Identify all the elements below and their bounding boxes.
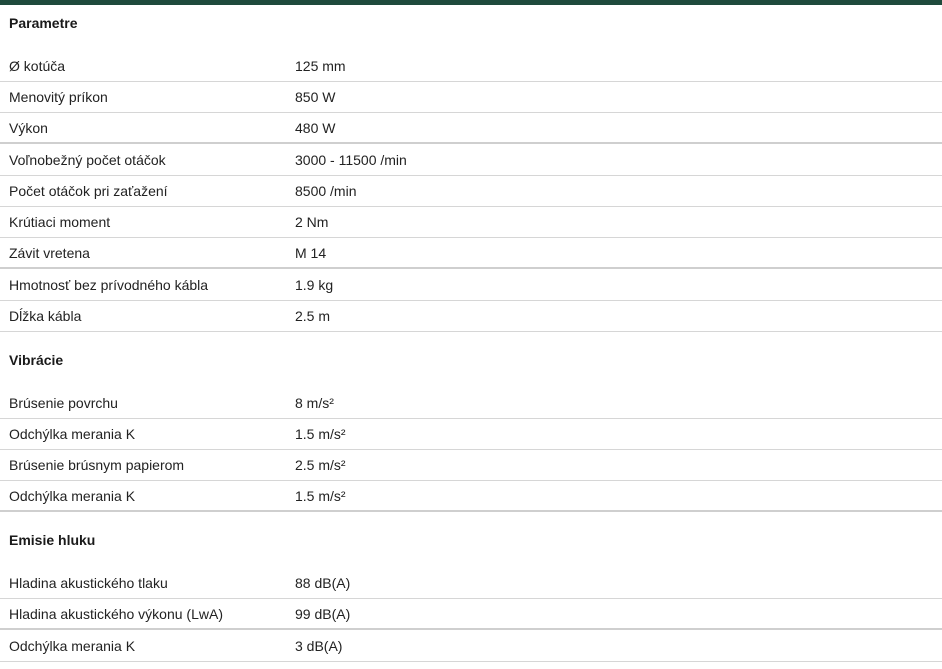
- table-row: Odchýlka merania K 1.5 m/s²: [0, 419, 942, 450]
- row-value: 3 dB(A): [295, 638, 343, 654]
- row-label: Menovitý príkon: [9, 89, 108, 105]
- row-label: Odchýlka merania K: [9, 638, 136, 654]
- row-value: 1.9 kg: [295, 277, 334, 293]
- row-label: Výkon: [9, 120, 48, 136]
- table-row: Závit vretena M 14: [0, 238, 942, 269]
- row-label: Hladina akustického výkonu (LwA): [9, 606, 223, 622]
- row-value: 125 mm: [295, 58, 346, 74]
- row-value: 1.5 m/s²: [295, 488, 346, 504]
- row-value: 8500 /min: [295, 183, 357, 199]
- row-label: Odchýlka merania K: [9, 488, 136, 504]
- table-row: Krútiaci moment 2 Nm: [0, 207, 942, 238]
- table-row: Dĺžka kábla 2.5 m: [0, 301, 942, 332]
- row-label: Hladina akustického tlaku: [9, 575, 168, 591]
- row-value: 2.5 m/s²: [295, 457, 346, 473]
- table-row: Hmotnosť bez prívodného kábla 1.9 kg: [0, 270, 942, 301]
- table-row: Výkon 480 W: [0, 113, 942, 144]
- row-label: Hmotnosť bez prívodného kábla: [9, 277, 209, 293]
- row-label: Krútiaci moment: [9, 214, 111, 230]
- table-row: Brúsenie povrchu 8 m/s²: [0, 388, 942, 419]
- table-row: Menovitý príkon 850 W: [0, 82, 942, 113]
- row-value: 2.5 m: [295, 308, 331, 324]
- row-value: 99 dB(A): [295, 606, 351, 622]
- row-label: Počet otáčok pri zaťažení: [9, 183, 168, 199]
- table-row: Hladina akustického výkonu (LwA) 99 dB(A…: [0, 599, 942, 630]
- table-row: Počet otáčok pri zaťažení 8500 /min: [0, 176, 942, 207]
- row-label: Odchýlka merania K: [9, 426, 136, 442]
- row-label: Brúsenie brúsnym papierom: [9, 457, 185, 473]
- row-label: Brúsenie povrchu: [9, 395, 118, 411]
- section-title-parametre: Parametre: [9, 15, 78, 31]
- table-row: Odchýlka merania K 3 dB(A): [0, 631, 942, 662]
- row-label: Ø kotúča: [9, 58, 66, 74]
- row-value: 8 m/s²: [295, 395, 334, 411]
- row-value: 3000 - 11500 /min: [295, 152, 407, 168]
- row-value: 850 W: [295, 89, 336, 105]
- table-row: Brúsenie brúsnym papierom 2.5 m/s²: [0, 450, 942, 481]
- table-row: Hladina akustického tlaku 88 dB(A): [0, 568, 942, 599]
- row-value: 88 dB(A): [295, 575, 351, 591]
- table-row: Odchýlka merania K 1.5 m/s²: [0, 481, 942, 512]
- section-title-emisie-hluku: Emisie hluku: [9, 532, 96, 548]
- row-value: 1.5 m/s²: [295, 426, 346, 442]
- row-value: 2 Nm: [295, 214, 329, 230]
- row-label: Dĺžka kábla: [9, 308, 82, 324]
- table-row: Voľnobežný počet otáčok 3000 - 11500 /mi…: [0, 145, 942, 176]
- section-title-vibracie: Vibrácie: [9, 352, 64, 368]
- row-value: M 14: [295, 245, 327, 261]
- table-row: Ø kotúča 125 mm: [0, 51, 942, 82]
- row-label: Závit vretena: [9, 245, 90, 261]
- row-label: Voľnobežný počet otáčok: [9, 152, 166, 168]
- row-value: 480 W: [295, 120, 336, 136]
- top-accent-bar: [0, 0, 942, 5]
